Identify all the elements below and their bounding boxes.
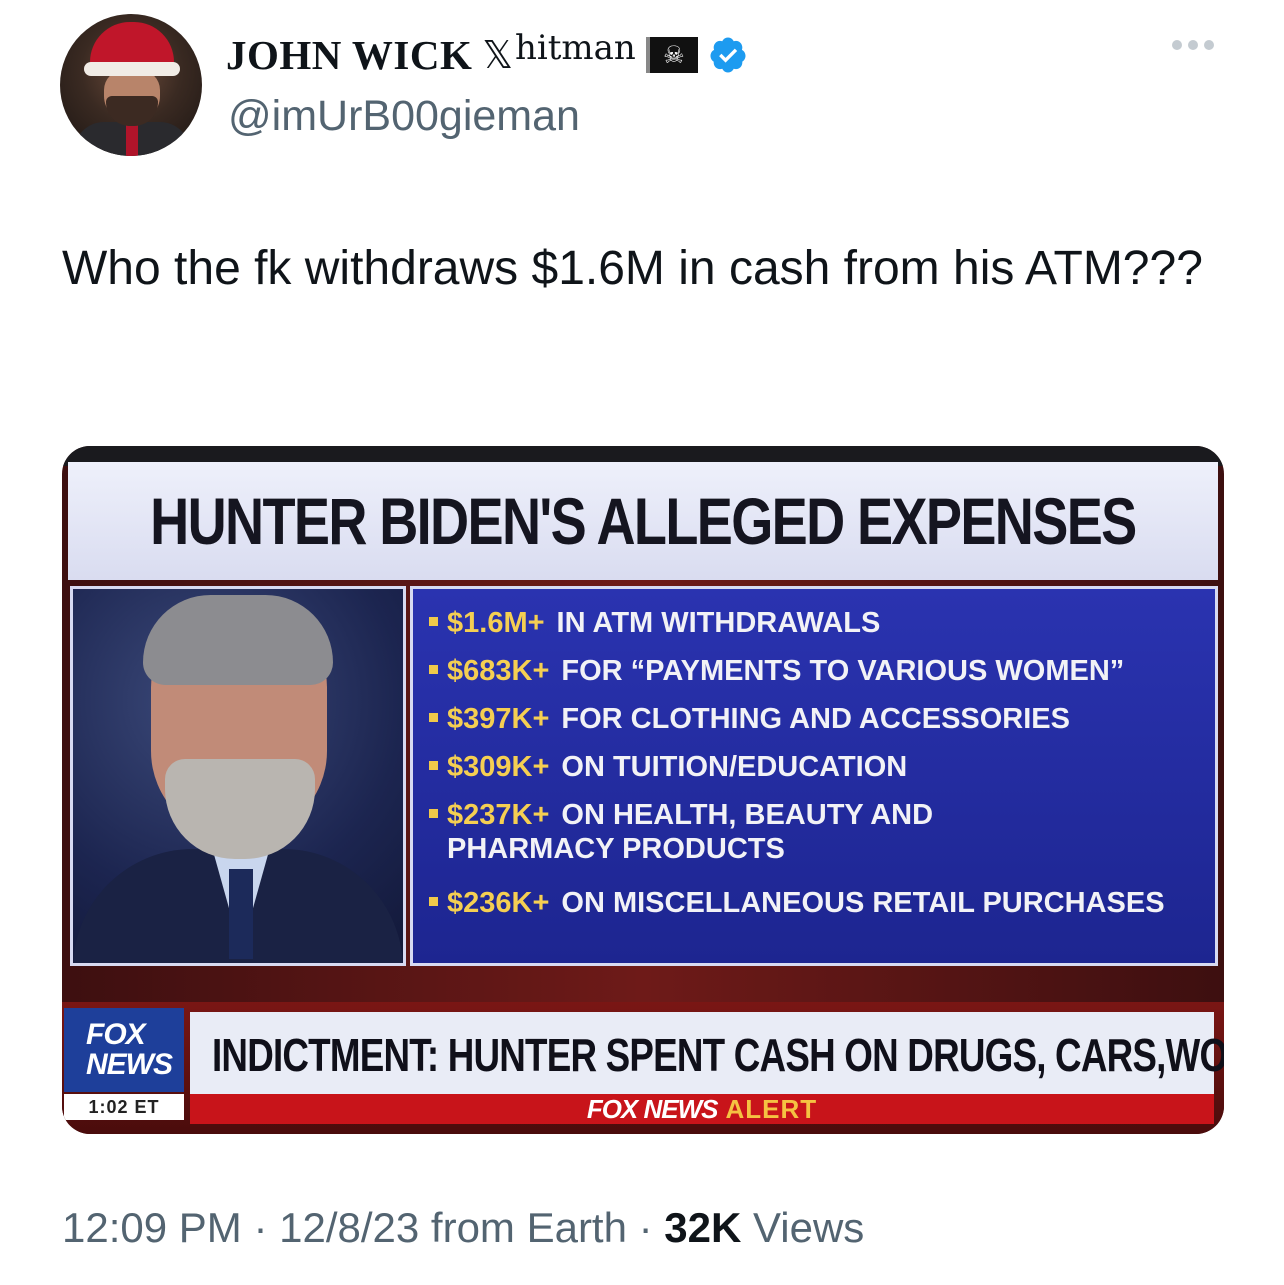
media-headline: HUNTER BIDEN'S ALLEGED EXPENSES bbox=[68, 462, 1218, 580]
broadcast-time: 1:02 ET bbox=[64, 1094, 184, 1120]
views-count[interactable]: 32K bbox=[664, 1204, 741, 1251]
author-name-row[interactable]: JOHN WICK 𝕏 hitman ☠ bbox=[226, 28, 748, 82]
tweet-date-source[interactable]: 12/8/23 from Earth bbox=[279, 1204, 627, 1251]
tweet-media-image[interactable]: HUNTER BIDEN'S ALLEGED EXPENSES $1.6M+ IN… bbox=[62, 446, 1224, 1134]
list-item-continuation: PHARMACY PRODUCTS bbox=[447, 833, 785, 865]
author-avatar[interactable] bbox=[60, 14, 202, 156]
author-display-name[interactable]: JOHN WICK bbox=[226, 31, 472, 79]
list-item: $309K+ ON TUITION/EDUCATION bbox=[429, 743, 1201, 791]
x-logo-icon: 𝕏 bbox=[482, 33, 513, 77]
news-alert-bar: FOX NEWS ALERT bbox=[190, 1094, 1214, 1124]
list-item: $683K+ FOR “PAYMENTS TO VARIOUS WOMEN” bbox=[429, 647, 1201, 695]
pirate-flag-icon: ☠ bbox=[645, 37, 698, 73]
verified-badge-icon[interactable] bbox=[708, 35, 748, 75]
views-label: Views bbox=[741, 1204, 865, 1251]
list-item: $236K+ ON MISCELLANEOUS RETAIL PURCHASES bbox=[429, 879, 1201, 927]
tweet-text: Who the fk withdraws $1.6M in cash from … bbox=[62, 242, 1203, 295]
expense-list: $1.6M+ IN ATM WITHDRAWALS $683K+ FOR “PAYM… bbox=[410, 586, 1218, 966]
tweet-time[interactable]: 12:09 PM bbox=[62, 1204, 242, 1251]
list-item: $1.6M+ IN ATM WITHDRAWALS bbox=[429, 599, 1201, 647]
more-options-icon[interactable] bbox=[1172, 40, 1214, 50]
tweet-meta: 12:09 PM · 12/8/23 from Earth · 32K View… bbox=[62, 1204, 865, 1251]
fox-news-logo: FOX NEWS bbox=[64, 1008, 184, 1092]
media-portrait-photo bbox=[70, 586, 406, 966]
list-item: $237K+ ON HEALTH, BEAUTY AND bbox=[429, 791, 1201, 839]
author-handle[interactable]: @imUrB00gieman bbox=[228, 92, 580, 141]
author-name-suffix: hitman bbox=[514, 28, 636, 68]
news-ticker: INDICTMENT: HUNTER SPENT CASH ON DRUGS, … bbox=[190, 1012, 1224, 1098]
list-item: $397K+ FOR CLOTHING AND ACCESSORIES bbox=[429, 695, 1201, 743]
